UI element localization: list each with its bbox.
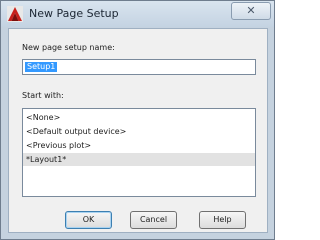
dialog-body: New page setup name: Setup1 Start with: … bbox=[8, 28, 268, 233]
new-page-setup-dialog: New Page Setup ✕ New page setup name: Se… bbox=[0, 0, 275, 240]
title-bar[interactable]: New Page Setup ✕ bbox=[1, 1, 274, 27]
setup-name-value: Setup1 bbox=[25, 62, 58, 72]
list-item-layout1[interactable]: *Layout1* bbox=[23, 153, 255, 166]
list-item-default-output-device[interactable]: <Default output device> bbox=[23, 125, 255, 138]
ok-button[interactable]: OK bbox=[65, 211, 112, 229]
help-button[interactable]: Help bbox=[199, 211, 246, 229]
list-item-previous-plot[interactable]: <Previous plot> bbox=[23, 139, 255, 152]
window-title: New Page Setup bbox=[29, 7, 119, 20]
close-button[interactable]: ✕ bbox=[231, 2, 271, 20]
setup-name-input[interactable]: Setup1 bbox=[22, 59, 256, 75]
close-icon: ✕ bbox=[246, 4, 256, 17]
list-item-none[interactable]: <None> bbox=[23, 111, 255, 124]
start-with-label: Start with: bbox=[22, 91, 64, 100]
autocad-logo-icon bbox=[7, 6, 23, 22]
cancel-button[interactable]: Cancel bbox=[130, 211, 177, 229]
start-with-list[interactable]: <None> <Default output device> <Previous… bbox=[22, 108, 256, 197]
setup-name-label: New page setup name: bbox=[22, 43, 115, 52]
